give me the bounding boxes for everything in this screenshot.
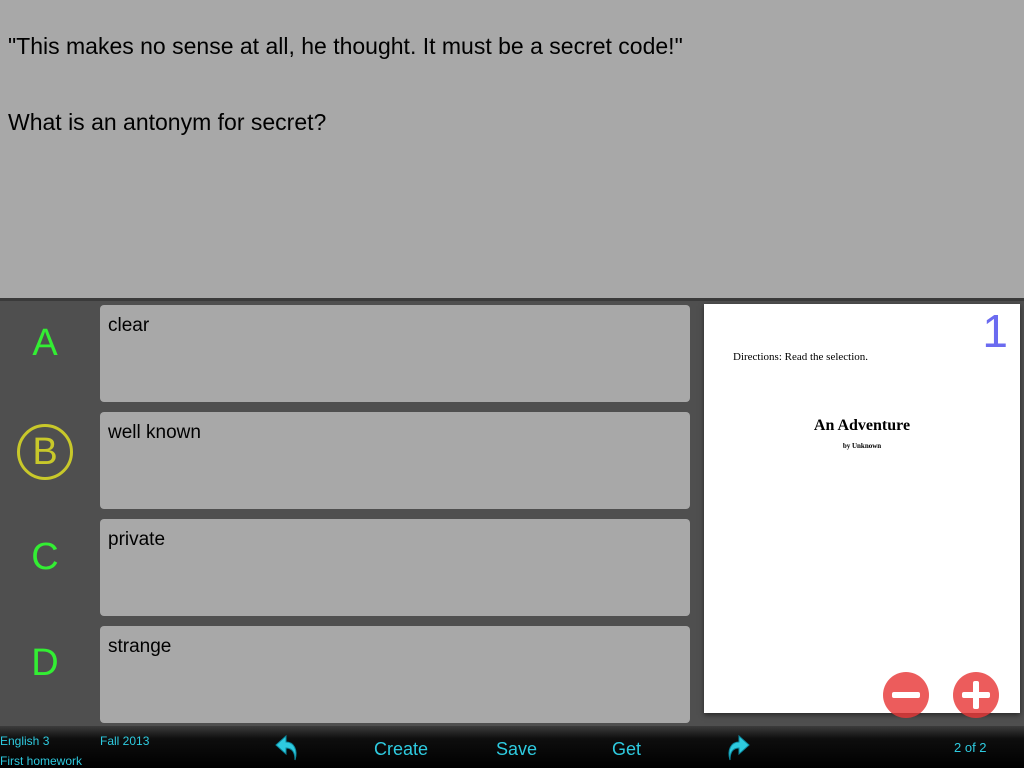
choice-c-letter[interactable]: C — [17, 529, 73, 585]
choice-a-box[interactable]: clear — [100, 305, 690, 402]
redo-arrow-icon[interactable] — [725, 734, 751, 762]
choice-d-letter[interactable]: D — [17, 635, 73, 691]
choice-d-text: strange — [108, 636, 172, 657]
term-label: Fall 2013 — [100, 734, 150, 748]
minus-icon — [892, 692, 920, 698]
document-directions: Directions: Read the selection. — [733, 351, 869, 363]
question-quote: "This makes no sense at all, he thought.… — [8, 33, 683, 59]
choice-c-box[interactable]: private — [100, 519, 690, 616]
choice-b-letter[interactable]: B — [17, 424, 73, 480]
get-button[interactable]: Get — [612, 739, 641, 760]
choice-a-text: clear — [108, 315, 150, 336]
zoom-out-button[interactable] — [883, 672, 929, 718]
choice-c-text: private — [108, 529, 166, 550]
divider — [0, 298, 1024, 301]
zoom-in-button[interactable] — [953, 672, 999, 718]
document-preview[interactable]: 1 Directions: Read the selection. An Adv… — [704, 304, 1020, 718]
document-author: by Unknown — [842, 442, 882, 450]
question-panel: "This makes no sense at all, he thought.… — [0, 0, 1024, 298]
page-indicator: 2 of 2 — [954, 740, 987, 755]
document-title: An Adventure — [813, 417, 911, 434]
undo-arrow-icon[interactable] — [274, 734, 300, 762]
course-label: English 3 — [0, 734, 50, 748]
assignment-label: First homework — [0, 754, 83, 768]
choice-b-box[interactable]: well known — [100, 412, 690, 509]
document-page-number: 1 — [982, 305, 1008, 357]
create-button[interactable]: Create — [374, 739, 428, 760]
plus-icon — [973, 681, 979, 709]
choice-d-box[interactable]: strange — [100, 626, 690, 723]
choice-b-text: well known — [108, 422, 201, 443]
choice-a-letter[interactable]: A — [17, 315, 73, 371]
bottom-toolbar: English 3 First homework Fall 2013 Creat… — [0, 726, 1024, 768]
question-prompt: What is an antonym for secret? — [8, 109, 327, 135]
save-button[interactable]: Save — [496, 739, 537, 760]
